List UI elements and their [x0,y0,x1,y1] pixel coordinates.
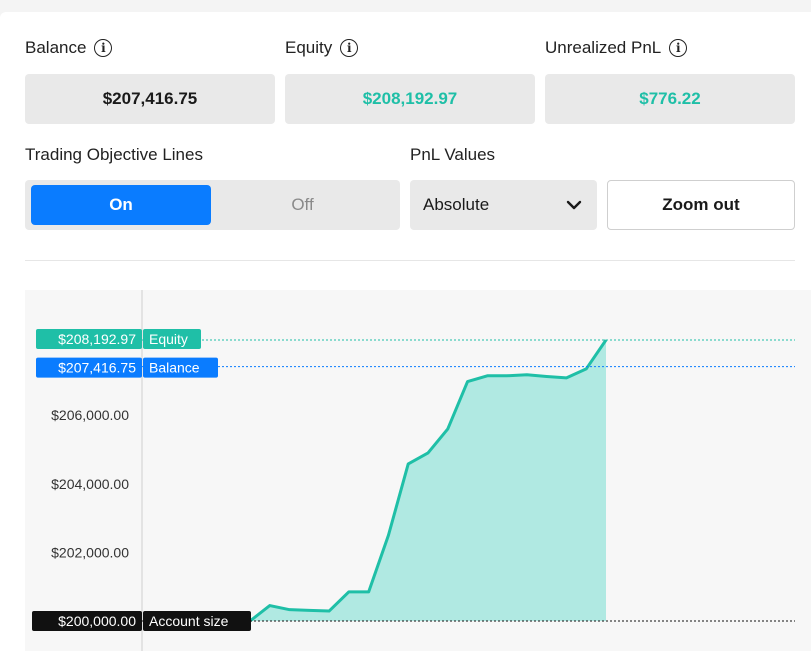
y-tick-label: $204,000.00 [51,476,129,492]
equity-area-fill [250,340,606,621]
svg-text:$208,192.97: $208,192.97 [58,331,136,347]
balance-value-badge: $207,416.75 [36,357,142,378]
svg-text:Account size: Account size [149,613,229,629]
y-tick-label: $206,000.00 [51,407,129,423]
account-size-value-badge: $200,000.00 [32,611,142,631]
svg-text:Balance: Balance [149,360,200,376]
equity-name-badge: Equity [143,329,201,350]
equity-chart[interactable]: $206,000.00 $204,000.00 $202,000.00 $208,1… [0,0,811,651]
y-tick-label: $202,000.00 [51,544,129,560]
svg-text:$207,416.75: $207,416.75 [58,360,136,376]
equity-value-badge: $208,192.97 [36,329,142,350]
balance-name-badge: Balance [143,357,218,378]
svg-text:Equity: Equity [149,331,188,347]
account-size-name-badge: Account size [143,611,251,631]
svg-text:$200,000.00: $200,000.00 [58,613,136,629]
